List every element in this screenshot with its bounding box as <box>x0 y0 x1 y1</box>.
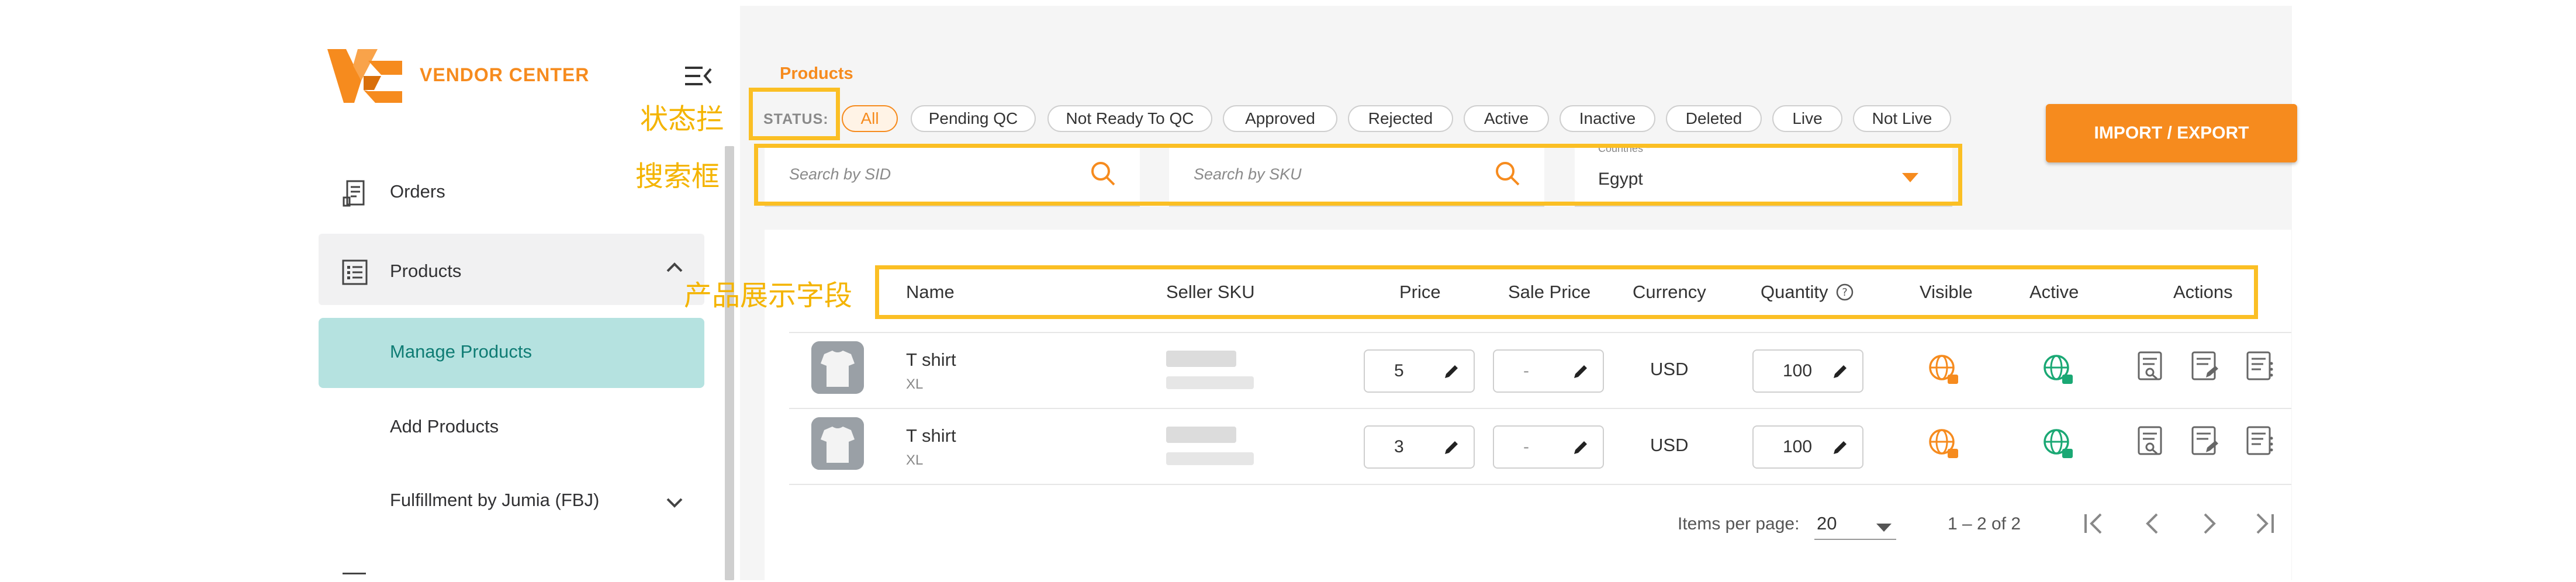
list-icon <box>342 259 368 285</box>
currency-value: USD <box>1650 359 1689 379</box>
product-thumbnail[interactable] <box>811 341 864 394</box>
import-export-button[interactable]: IMPORT / EXPORT <box>2046 104 2297 162</box>
chevron-up-icon[interactable] <box>665 261 684 273</box>
annotation-status-box <box>749 88 840 140</box>
sale-price-value: - <box>1523 437 1529 456</box>
edit-pencil-icon[interactable] <box>1442 438 1461 457</box>
product-name[interactable]: T shirt <box>906 349 956 370</box>
edit-pencil-icon[interactable] <box>1831 438 1849 457</box>
currency-value: USD <box>1650 435 1689 455</box>
items-per-page-value: 20 <box>1817 513 1837 534</box>
edit-product-icon[interactable] <box>2191 425 2220 458</box>
sidebar-scrollbar[interactable] <box>725 146 734 580</box>
status-chip-all[interactable]: All <box>842 105 898 132</box>
more-options-icon[interactable] <box>2246 351 2275 383</box>
annotation-fields-label: 产品展示字段 <box>684 279 853 312</box>
status-chip-not-live[interactable]: Not Live <box>1853 105 1951 132</box>
dropdown-arrow-icon[interactable] <box>1876 524 1892 532</box>
annotation-search-label: 搜索框 <box>635 160 720 193</box>
status-chip-approved[interactable]: Approved <box>1223 105 1337 132</box>
sidebar-item-manage-products[interactable]: Manage Products <box>390 341 532 362</box>
row-divider <box>789 408 2291 409</box>
last-page-icon[interactable] <box>2252 510 2277 538</box>
items-per-page-select[interactable]: 20 <box>1814 510 1896 540</box>
status-chip-deleted[interactable]: Deleted <box>1666 105 1762 132</box>
sidebar-item-products-bg <box>319 234 704 305</box>
first-page-icon[interactable] <box>2081 510 2107 538</box>
sidebar-item-fbj[interactable]: Fulfillment by Jumia (FBJ) <box>390 490 599 511</box>
price-cell[interactable]: 3 <box>1364 425 1475 469</box>
edit-pencil-icon[interactable] <box>1442 362 1461 381</box>
annotation-search-box <box>754 144 1962 206</box>
more-options-icon[interactable] <box>2246 425 2275 458</box>
product-name[interactable]: T shirt <box>906 425 956 446</box>
status-chip-inactive[interactable]: Inactive <box>1560 105 1655 132</box>
active-globe-icon[interactable] <box>2042 354 2075 386</box>
sidebar-item-orders[interactable]: Orders <box>390 181 445 202</box>
active-globe-icon[interactable] <box>2042 428 2075 460</box>
edit-product-icon[interactable] <box>2191 351 2220 383</box>
price-cell[interactable]: 5 <box>1364 349 1475 393</box>
visible-globe-icon[interactable] <box>1928 428 1960 460</box>
sidebar-item-products[interactable]: Products <box>390 261 461 282</box>
seller-sku-blurred-2 <box>1166 452 1254 465</box>
pagination-range: 1 – 2 of 2 <box>1948 514 2021 534</box>
edit-pencil-icon[interactable] <box>1571 438 1590 457</box>
partial-icon <box>343 573 366 582</box>
quantity-value: 100 <box>1783 361 1813 380</box>
edit-pencil-icon[interactable] <box>1571 362 1590 381</box>
sale-price-cell[interactable]: - <box>1493 425 1604 469</box>
status-chip-active[interactable]: Active <box>1464 105 1549 132</box>
status-chip-live[interactable]: Live <box>1772 105 1842 132</box>
annotation-status-label: 状态拦 <box>640 103 725 136</box>
price-value: 3 <box>1394 437 1404 456</box>
product-variant: XL <box>906 452 924 468</box>
page-title: Products <box>780 64 853 83</box>
status-chip-not-ready-to-qc[interactable]: Not Ready To QC <box>1047 105 1212 132</box>
row-divider <box>789 484 2291 485</box>
receipt-icon <box>343 180 367 207</box>
quantity-value: 100 <box>1783 437 1813 456</box>
price-value: 5 <box>1394 361 1404 380</box>
logo-text: VENDOR CENTER <box>420 64 590 85</box>
quantity-cell[interactable]: 100 <box>1752 425 1863 469</box>
status-chip-rejected[interactable]: Rejected <box>1348 105 1453 132</box>
edit-pencil-icon[interactable] <box>1831 362 1849 381</box>
view-details-icon[interactable] <box>2137 425 2166 458</box>
sale-price-cell[interactable]: - <box>1493 349 1604 393</box>
previous-page-icon[interactable] <box>2139 510 2165 538</box>
menu-collapse-icon[interactable] <box>685 64 713 88</box>
visible-globe-icon[interactable] <box>1928 354 1960 386</box>
sidebar-item-add-products[interactable]: Add Products <box>390 416 499 437</box>
header-divider <box>789 332 2291 333</box>
view-details-icon[interactable] <box>2137 351 2166 383</box>
quantity-cell[interactable]: 100 <box>1752 349 1863 393</box>
sale-price-value: - <box>1523 361 1529 380</box>
annotation-fields-box <box>875 265 2258 319</box>
items-per-page-label: Items per page: <box>1678 514 1800 534</box>
product-variant: XL <box>906 376 924 392</box>
seller-sku-blurred <box>1166 351 1236 367</box>
seller-sku-blurred <box>1166 427 1236 443</box>
seller-sku-blurred-2 <box>1166 376 1254 389</box>
chevron-down-icon[interactable] <box>665 497 684 510</box>
vendor-center-logo[interactable] <box>327 49 403 103</box>
product-thumbnail[interactable] <box>811 417 864 470</box>
next-page-icon[interactable] <box>2197 510 2222 538</box>
status-chip-pending-qc[interactable]: Pending QC <box>911 105 1036 132</box>
